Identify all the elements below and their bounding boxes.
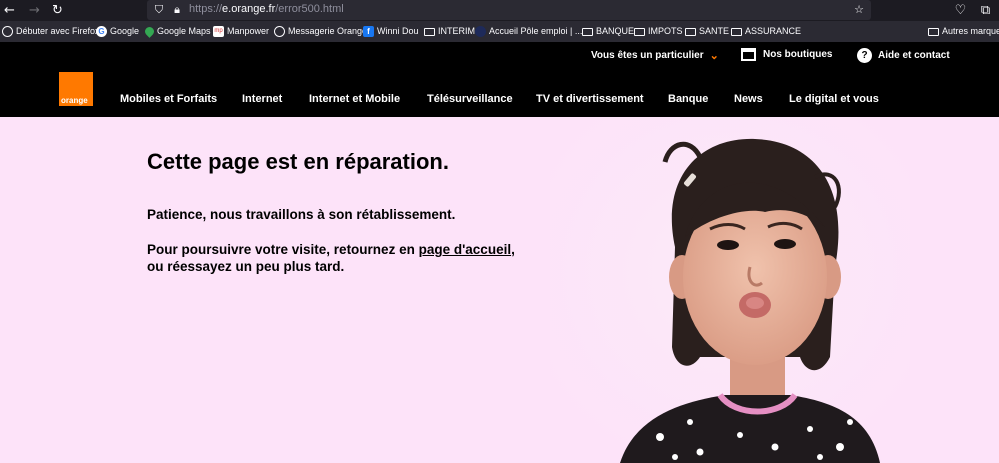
url-path: /error500.html bbox=[275, 3, 344, 15]
nav-tv-divertissement[interactable]: TV et divertissement bbox=[536, 93, 644, 105]
folder-icon bbox=[424, 27, 435, 36]
bookmark-winni-dou[interactable]: f Winni Dou bbox=[363, 24, 419, 39]
return-text: Pour poursuivre votre visite, retournez … bbox=[147, 242, 419, 257]
nav-internet-mobile[interactable]: Internet et Mobile bbox=[309, 93, 400, 105]
back-arrow-icon[interactable]: ← bbox=[0, 1, 19, 20]
forward-arrow-icon[interactable]: → bbox=[25, 1, 44, 20]
bookmark-label: Autres marque-p bbox=[942, 26, 999, 36]
extensions-icon[interactable]: ⧉ bbox=[976, 1, 995, 20]
bookmark-label: Google bbox=[110, 26, 140, 36]
bookmark-manpower[interactable]: mp Manpower bbox=[213, 24, 269, 39]
bookmark-messagerie-orange[interactable]: Messagerie Orange bbox=[274, 24, 367, 39]
retry-text: ou réessayez un peu plus tard. bbox=[147, 259, 345, 274]
page-title: Cette page est en réparation. bbox=[147, 149, 449, 174]
particulier-selector[interactable]: Vous êtes un particulier ⌄ bbox=[591, 50, 719, 61]
bookmark-label: Manpower bbox=[227, 26, 270, 36]
bookmark-autres-marque-pages[interactable]: Autres marque-p bbox=[928, 24, 999, 39]
nav-banque[interactable]: Banque bbox=[668, 93, 708, 105]
store-icon bbox=[741, 48, 756, 61]
bookmark-debuter-firefox[interactable]: Débuter avec Firefox bbox=[2, 24, 100, 39]
particulier-label: Vous êtes un particulier bbox=[591, 50, 704, 61]
nav-telesurveillance[interactable]: Télésurveillance bbox=[427, 93, 513, 105]
bookmark-interim[interactable]: INTERIM bbox=[424, 24, 475, 39]
aide-contact-link[interactable]: ? Aide et contact bbox=[857, 48, 950, 63]
bookmark-impots[interactable]: IMPOTS bbox=[634, 24, 683, 39]
url-prefix: https:// bbox=[189, 3, 223, 15]
folder-icon bbox=[582, 27, 593, 36]
bookmark-label: ASSURANCE bbox=[745, 26, 802, 36]
bookmark-pole-emploi[interactable]: Accueil Pôle emploi | ... bbox=[475, 24, 582, 39]
main-navigation: orange Mobiles et Forfaits Internet Inte… bbox=[0, 72, 999, 117]
folder-icon bbox=[685, 27, 696, 36]
bookmark-label: INTERIM bbox=[438, 26, 475, 36]
bookmark-label: Accueil Pôle emploi | ... bbox=[489, 26, 583, 36]
google-icon: G bbox=[96, 26, 107, 37]
nav-mobiles-forfaits[interactable]: Mobiles et Forfaits bbox=[120, 93, 217, 105]
aide-label: Aide et contact bbox=[878, 50, 950, 61]
reload-icon[interactable]: ↻ bbox=[48, 1, 67, 20]
bookmark-google-maps[interactable]: Google Maps bbox=[143, 24, 211, 39]
browser-toolbar: ← → ↻ ⛉ 🔒︎ https://e.orange.fr/error500.… bbox=[0, 0, 999, 21]
logo-text: orange bbox=[61, 96, 88, 105]
return-message: Pour poursuivre votre visite, retournez … bbox=[147, 241, 515, 275]
bookmark-banque[interactable]: BANQUE bbox=[582, 24, 634, 39]
home-link[interactable]: page d'accueil bbox=[419, 242, 512, 257]
globe-icon bbox=[2, 26, 13, 37]
pole-emploi-icon bbox=[475, 26, 486, 37]
shield-icon[interactable]: ⛉ bbox=[151, 1, 167, 17]
bookmark-label: BANQUE bbox=[596, 26, 635, 36]
bookmarks-bar: Débuter avec Firefox G Google Google Maps… bbox=[0, 21, 999, 42]
url-text[interactable]: https://e.orange.fr/error500.html bbox=[189, 3, 344, 15]
orange-logo[interactable]: orange bbox=[59, 72, 93, 106]
help-icon: ? bbox=[857, 48, 872, 63]
bookmark-label: Messagerie Orange bbox=[288, 26, 368, 36]
facebook-icon: f bbox=[363, 26, 374, 37]
utility-bar: Vous êtes un particulier ⌄ Nos boutiques… bbox=[0, 42, 999, 72]
bookmark-sante[interactable]: SANTE bbox=[685, 24, 729, 39]
nav-digital[interactable]: Le digital et vous bbox=[789, 93, 879, 105]
return-comma: , bbox=[511, 242, 515, 257]
bookmark-label: SANTE bbox=[699, 26, 730, 36]
folder-icon bbox=[928, 27, 939, 36]
bookmark-label: Google Maps bbox=[157, 26, 211, 36]
boutiques-link[interactable]: Nos boutiques bbox=[741, 48, 832, 61]
nav-news[interactable]: News bbox=[734, 93, 763, 105]
bookmark-google[interactable]: G Google bbox=[96, 24, 139, 39]
child-photo bbox=[550, 117, 910, 463]
bookmark-label: IMPOTS bbox=[648, 26, 683, 36]
chevron-down-icon: ⌄ bbox=[709, 49, 719, 62]
nav-internet[interactable]: Internet bbox=[242, 93, 282, 105]
bookmark-star-icon[interactable]: ☆ bbox=[851, 1, 867, 17]
lock-icon[interactable]: 🔒︎ bbox=[169, 1, 185, 17]
manpower-icon: mp bbox=[213, 26, 224, 37]
bookmark-label: Winni Dou bbox=[377, 26, 419, 36]
folder-icon bbox=[634, 27, 645, 36]
url-host: e.orange.fr bbox=[222, 3, 276, 15]
globe-icon bbox=[274, 26, 285, 37]
boutiques-label: Nos boutiques bbox=[763, 49, 833, 60]
address-bar[interactable]: ⛉ 🔒︎ https://e.orange.fr/error500.html ☆ bbox=[147, 0, 871, 20]
pocket-icon[interactable]: ♡ bbox=[951, 1, 970, 20]
bookmark-assurance[interactable]: ASSURANCE bbox=[731, 24, 801, 39]
error-content: Cette page est en réparation. Patience, … bbox=[0, 117, 999, 463]
patience-message: Patience, nous travaillons à son rétabli… bbox=[147, 207, 456, 222]
bookmark-label: Débuter avec Firefox bbox=[16, 26, 100, 36]
folder-icon bbox=[731, 27, 742, 36]
maps-icon bbox=[143, 25, 156, 38]
